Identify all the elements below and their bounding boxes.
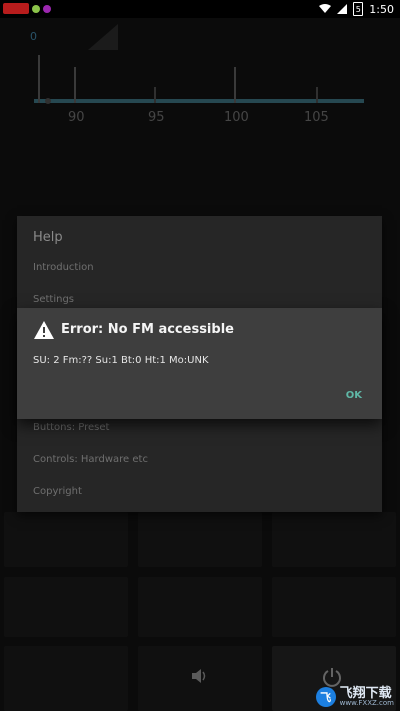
status-right: 5 1:50	[319, 2, 394, 16]
status-notification-icons	[3, 3, 51, 14]
battery-icon: 5	[353, 2, 364, 16]
help-item-copyright[interactable]: Copyright	[33, 486, 82, 497]
status-bar: 5 1:50	[0, 0, 400, 18]
help-item-controls[interactable]: Controls: Hardware etc	[33, 454, 148, 465]
status-time: 1:50	[369, 2, 394, 16]
watermark-text: 飞翔下载 www.FXXZ.com	[340, 687, 394, 707]
watermark: 飞 飞翔下载 www.FXXZ.com	[315, 687, 394, 707]
app-notification-icon	[3, 3, 29, 14]
help-dialog-title: Help	[33, 230, 63, 245]
watermark-url: www.FXXZ.com	[339, 699, 394, 707]
error-dialog: Error: No FM accessible SU: 2 Fm:?? Su:1…	[17, 308, 382, 419]
wifi-icon	[319, 4, 332, 13]
notification-dot-icon	[43, 4, 51, 13]
ok-button[interactable]: OK	[346, 390, 362, 401]
notification-dot-icon	[32, 4, 40, 13]
cell-signal-icon	[337, 4, 348, 14]
error-dialog-message: SU: 2 Fm:?? Su:1 Bt:0 Ht:1 Mo:UNK	[33, 355, 209, 366]
watermark-logo-icon: 飞	[315, 687, 336, 707]
warning-icon	[34, 321, 54, 339]
error-dialog-title: Error: No FM accessible	[61, 322, 234, 337]
help-item-introduction[interactable]: Introduction	[33, 262, 94, 273]
battery-level: 5	[355, 4, 361, 14]
help-item-buttons-preset[interactable]: Buttons: Preset	[33, 422, 109, 433]
help-item-settings[interactable]: Settings	[33, 294, 74, 305]
